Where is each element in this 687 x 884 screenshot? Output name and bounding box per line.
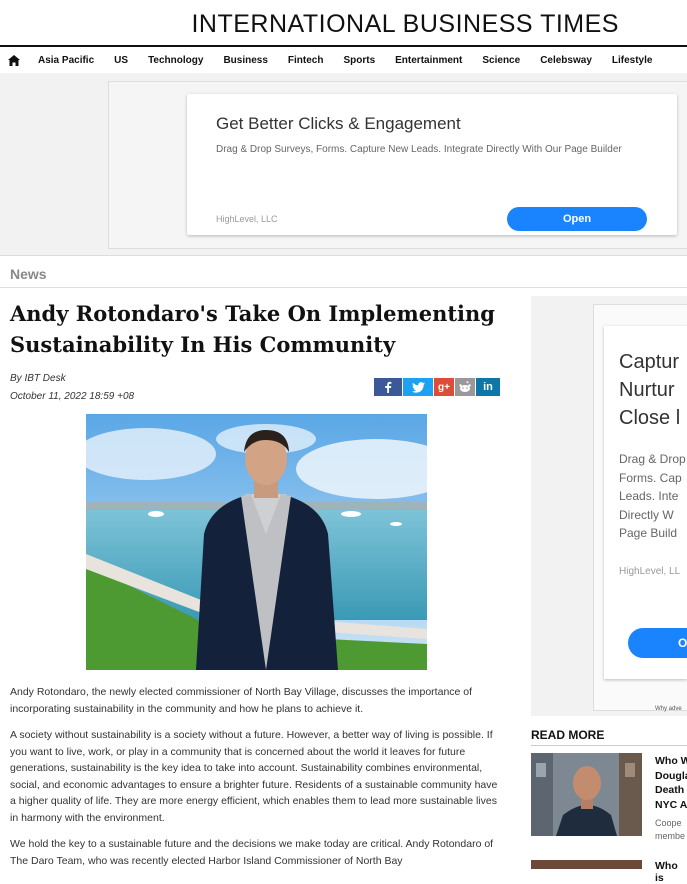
top-ad-title[interactable]: Get Better Clicks & Engagement	[216, 114, 461, 134]
read-more-title[interactable]: Who is	[655, 860, 687, 884]
side-ad-rail: Captur Nurtur Close l Drag & Drop Forms.…	[531, 296, 687, 716]
read-more-divider	[531, 745, 687, 746]
top-ad-frame: Get Better Clicks & Engagement Drag & Dr…	[108, 81, 687, 249]
masthead: INTERNATIONAL BUSINESS TIMES	[0, 0, 687, 47]
side-ad-description: Drag & Drop Forms. Cap Leads. Inte Direc…	[619, 452, 686, 540]
home-icon[interactable]	[0, 55, 28, 66]
twitter-icon[interactable]	[403, 378, 433, 396]
article-paragraph: A society without sustainability is a so…	[10, 729, 498, 824]
nav-item-us[interactable]: US	[104, 55, 138, 66]
why-this-ad-link[interactable]: Why adve	[655, 706, 682, 712]
top-ad-open-button[interactable]: Open	[507, 207, 647, 231]
nav-item-business[interactable]: Business	[213, 55, 277, 66]
side-ad-card[interactable]: Captur Nurtur Close l Drag & Drop Forms.…	[604, 326, 687, 679]
side-ad-title[interactable]: Captur Nurtur Close l	[619, 348, 687, 432]
top-ad-advertiser: HighLevel, LLC	[216, 214, 278, 224]
reddit-icon[interactable]	[455, 378, 475, 396]
read-more-thumbnail[interactable]	[531, 753, 642, 836]
article-byline: By IBT Desk	[10, 373, 66, 384]
site-logo[interactable]: INTERNATIONAL BUSINESS TIMES	[191, 10, 619, 39]
section-label[interactable]: News	[10, 266, 47, 282]
google-plus-icon[interactable]: g+	[434, 378, 454, 396]
nav-item-technology[interactable]: Technology	[138, 55, 213, 66]
top-ad-banner: Get Better Clicks & Engagement Drag & Dr…	[0, 73, 687, 256]
read-more-description: Coope membe	[655, 818, 686, 841]
main-nav: Asia Pacific US Technology Business Fint…	[0, 47, 687, 75]
article-paragraph: We hold the key to a sustainable future …	[10, 838, 494, 867]
nav-item-entertainment[interactable]: Entertainment	[385, 55, 472, 66]
nav-item-fintech[interactable]: Fintech	[278, 55, 334, 66]
share-bar: g+ in	[374, 378, 500, 396]
article-paragraph: Andy Rotondaro, the newly elected commis…	[10, 686, 473, 715]
nav-item-celebsway[interactable]: Celebsway	[530, 55, 602, 66]
linkedin-icon[interactable]: in	[476, 378, 500, 396]
nav-item-asia-pacific[interactable]: Asia Pacific	[28, 55, 104, 66]
side-ad-advertiser: HighLevel, LL	[619, 566, 681, 577]
section-divider	[0, 287, 687, 288]
read-more-title[interactable]: Who W Dougla Death NYC A	[655, 754, 687, 812]
read-more-heading: READ MORE	[531, 728, 605, 742]
top-ad-description: Drag & Drop Surveys, Forms. Capture New …	[216, 144, 622, 155]
nav-item-lifestyle[interactable]: Lifestyle	[602, 55, 663, 66]
side-ad-open-button[interactable]: O	[628, 628, 687, 658]
article-photo	[86, 414, 427, 670]
nav-item-science[interactable]: Science	[472, 55, 530, 66]
article-body: Andy Rotondaro, the newly elected commis…	[10, 684, 505, 879]
facebook-icon[interactable]	[374, 378, 402, 396]
read-more-thumbnail[interactable]	[531, 860, 642, 869]
top-ad-card[interactable]: Get Better Clicks & Engagement Drag & Dr…	[187, 94, 677, 235]
nav-item-sports[interactable]: Sports	[333, 55, 385, 66]
article-date: October 11, 2022 18:59 +08	[10, 391, 135, 402]
article-headline: Andy Rotondaro's Take On Implementing Su…	[10, 301, 495, 357]
